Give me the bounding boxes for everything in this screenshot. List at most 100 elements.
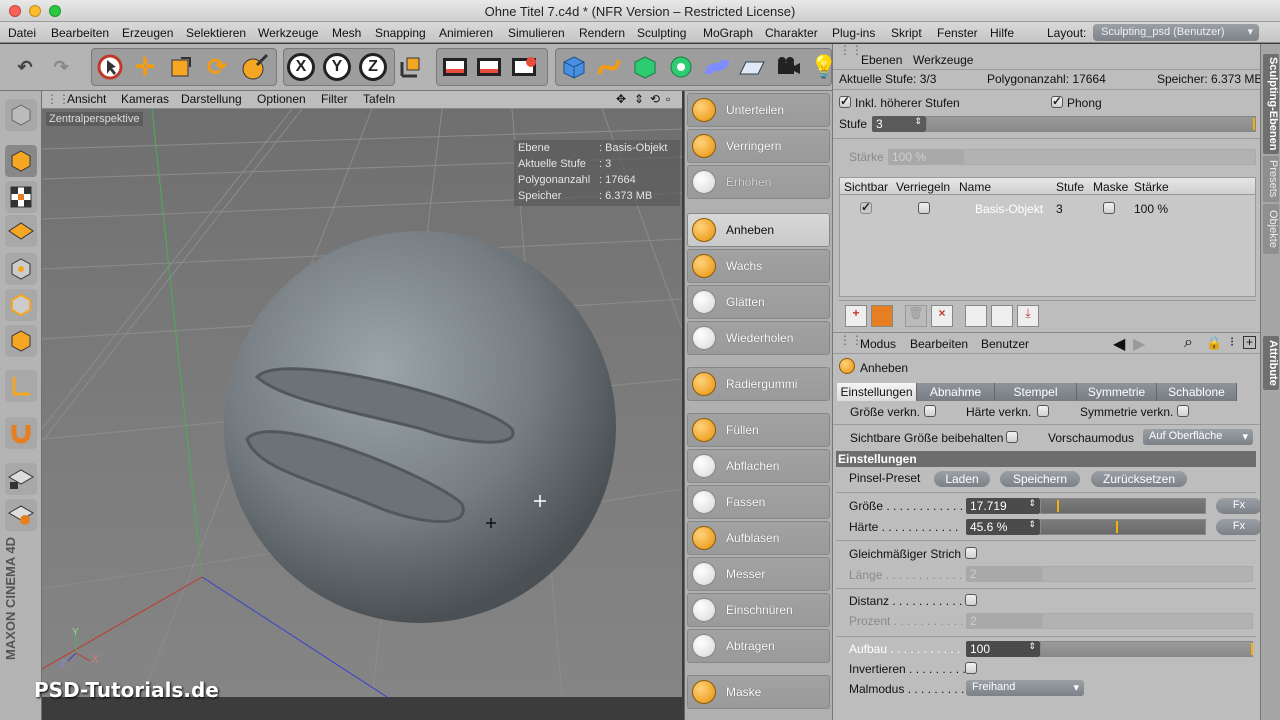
sym-link-checkbox[interactable]	[1177, 405, 1189, 417]
tab-abnahme[interactable]: Abnahme	[917, 383, 995, 401]
tab-schablone[interactable]: Schablone	[1157, 383, 1237, 401]
camera-label[interactable]: Zentralperspektive	[46, 112, 143, 126]
delete-layer-icon[interactable]: 🗑	[905, 305, 927, 327]
tool-radiergummi[interactable]: Radiergummi	[687, 367, 830, 401]
viewport-menu-tafeln[interactable]: Tafeln	[363, 92, 395, 106]
section-einstellungen[interactable]: Einstellungen	[836, 451, 1256, 467]
tool-messer[interactable]: Messer	[687, 557, 830, 591]
size-input[interactable]: 17.719 ⇕	[966, 498, 1040, 514]
hardness-input[interactable]: 45.6 % ⇕	[966, 519, 1040, 535]
col-stufe[interactable]: Stufe	[1056, 180, 1084, 194]
menu-fenster[interactable]: Fenster	[937, 26, 978, 40]
layout-select[interactable]: Sculpting_psd (Benutzer) ▾	[1093, 24, 1259, 41]
tool-einschnueren[interactable]: Einschnüren	[687, 593, 830, 627]
menu-mesh[interactable]: Mesh	[332, 26, 361, 40]
maximize-view-icon[interactable]: ▫	[666, 92, 670, 106]
tool-wiederholen[interactable]: Wiederholen	[687, 321, 830, 355]
side-tab-attributes[interactable]: Attribute	[1263, 336, 1279, 390]
undo-icon[interactable]: ↶	[10, 52, 40, 82]
render-view-icon[interactable]	[440, 52, 470, 82]
strength-slider[interactable]	[963, 149, 1256, 165]
distance-checkbox[interactable]	[965, 594, 977, 606]
workplane-mode-icon[interactable]	[5, 215, 37, 247]
spline-icon[interactable]	[594, 52, 624, 82]
x-axis-lock-button[interactable]: X	[287, 53, 315, 81]
clear-layer-icon[interactable]: ×	[931, 305, 953, 327]
reset-button[interactable]: Zurücksetzen	[1091, 471, 1187, 487]
model-mode-icon[interactable]	[5, 145, 37, 177]
tool-abtragen[interactable]: Abtragen	[687, 629, 830, 663]
side-tab-objects[interactable]: Objekte	[1263, 204, 1279, 254]
tool-fassen[interactable]: Fassen	[687, 485, 830, 519]
lock-checkbox[interactable]	[918, 202, 930, 214]
copy-layer-icon[interactable]	[965, 305, 987, 327]
add-layer-icon[interactable]: +	[845, 305, 867, 327]
render-settings-icon[interactable]	[509, 52, 539, 82]
camera-icon[interactable]	[773, 52, 803, 82]
size-link-checkbox[interactable]	[924, 405, 936, 417]
search-icon[interactable]: ⌕	[1184, 334, 1193, 352]
build-slider[interactable]	[1040, 641, 1253, 657]
tool-glaetten[interactable]: Glätten	[687, 285, 830, 319]
incl-higher-levels-checkbox[interactable]	[839, 94, 851, 108]
menu-erzeugen[interactable]: Erzeugen	[122, 26, 173, 40]
viewport-menu-ansicht[interactable]: Ansicht	[67, 92, 106, 106]
pan-view-icon[interactable]: ✥	[616, 92, 626, 106]
col-maske[interactable]: Maske	[1093, 180, 1128, 194]
attr-menu-bearbeiten[interactable]: Bearbeiten	[910, 337, 968, 351]
menu-hilfe[interactable]: Hilfe	[990, 26, 1014, 40]
move-icon[interactable]: ✛	[130, 52, 160, 82]
level-input[interactable]: 3 ⇕	[872, 116, 926, 132]
layers-tab-werkzeuge[interactable]: Werkzeuge	[913, 53, 973, 67]
paint-mode-select[interactable]: Freihand ▾	[966, 680, 1084, 696]
planar-workplane-icon[interactable]	[5, 499, 37, 531]
hardness-slider[interactable]	[1040, 519, 1206, 535]
preview-mode-select[interactable]: Auf Oberfläche ▾	[1143, 429, 1253, 445]
tool-aufblasen[interactable]: Aufblasen	[687, 521, 830, 555]
percent-input[interactable]: 2	[966, 613, 1042, 629]
paste-layer-icon[interactable]	[991, 305, 1013, 327]
tab-stempel[interactable]: Stempel	[995, 383, 1077, 401]
rotate-icon[interactable]: ⟳	[202, 52, 232, 82]
viewport-menu-filter[interactable]: Filter	[321, 92, 348, 106]
size-fx-button[interactable]: Fx	[1216, 498, 1262, 514]
nurbs-icon[interactable]	[630, 52, 660, 82]
link-icon[interactable]: ⁝	[1230, 334, 1234, 350]
array-icon[interactable]	[666, 52, 696, 82]
visible-checkbox[interactable]	[860, 200, 872, 214]
tool-unterteilen[interactable]: Unterteilen	[687, 93, 830, 127]
menu-simulieren[interactable]: Simulieren	[508, 26, 565, 40]
viewport-menu-darstellung[interactable]: Darstellung	[181, 92, 242, 106]
mask-checkbox[interactable]	[1103, 202, 1115, 214]
tool-erhoehen[interactable]: Erhöhen	[687, 165, 830, 199]
edge-mode-icon[interactable]	[5, 289, 37, 321]
tool-verringern[interactable]: Verringern	[687, 129, 830, 163]
table-row[interactable]: Basis-Objekt 3 100 %	[840, 198, 1255, 218]
length-input[interactable]: 2	[966, 566, 1042, 582]
rotate-view-icon[interactable]: ⟲	[650, 92, 660, 106]
viewport-3d[interactable]: Zentralperspektive Ebene : Basis-Objekt …	[42, 109, 682, 697]
coordinate-system-icon[interactable]	[395, 52, 425, 82]
snap-magnet-icon[interactable]	[5, 417, 37, 449]
merge-layer-icon[interactable]: ⤓	[1017, 305, 1039, 327]
level-slider[interactable]	[926, 116, 1256, 132]
menu-charakter[interactable]: Charakter	[765, 26, 818, 40]
save-button[interactable]: Speichern	[1000, 471, 1080, 487]
tool-fuellen[interactable]: Füllen	[687, 413, 830, 447]
sculpt-brush-tool-icon[interactable]	[240, 52, 270, 82]
menu-sculpting[interactable]: Sculpting	[637, 26, 686, 40]
tool-maske[interactable]: Maske	[687, 675, 830, 709]
tool-abflachen[interactable]: Abflachen	[687, 449, 830, 483]
layers-tab-ebenen[interactable]: Ebenen	[861, 53, 902, 67]
hardness-fx-button[interactable]: Fx	[1216, 519, 1262, 535]
menu-animieren[interactable]: Animieren	[439, 26, 493, 40]
phong-checkbox[interactable]	[1051, 94, 1063, 108]
side-tab-sculpting-layers[interactable]: Sculpting-Ebenen	[1263, 54, 1279, 154]
floor-icon[interactable]	[737, 52, 767, 82]
col-name[interactable]: Name	[959, 180, 991, 194]
viewport-menu-optionen[interactable]: Optionen	[257, 92, 306, 106]
keep-visible-size-checkbox[interactable]	[1006, 431, 1018, 443]
redo-icon[interactable]: ↷	[46, 52, 76, 82]
col-verriegeln[interactable]: Verriegeln	[896, 180, 950, 194]
side-tab-presets[interactable]: Presets	[1263, 156, 1279, 202]
